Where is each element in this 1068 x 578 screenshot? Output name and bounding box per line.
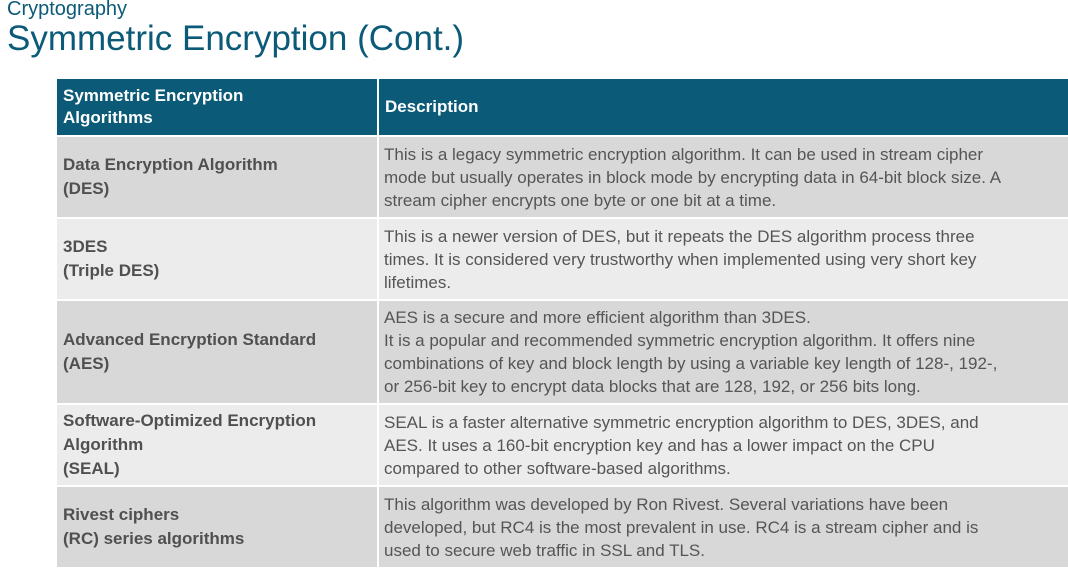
algorithm-name-line: Software-Optimized Encryption	[63, 411, 317, 430]
algorithm-name-cell: Advanced Encryption Standard (AES)	[55, 299, 379, 405]
slide-kicker: Cryptography	[7, 0, 128, 20]
description-line: used to secure web traffic in SSL and TL…	[384, 540, 705, 560]
column-header-algorithms: Symmetric Encryption Algorithms	[55, 77, 379, 137]
description-line: It is a popular and recommended symmetri…	[384, 331, 976, 350]
description-cell: This is a legacy symmetric encryption al…	[377, 135, 1068, 219]
description-line: mode but usually operates in block mode …	[384, 167, 1002, 187]
description-line: or 256-bit key to encrypt data blocks th…	[384, 377, 921, 396]
algorithm-name-line: Algorithm	[63, 435, 144, 454]
table-row: Advanced Encryption Standard (AES) AES i…	[55, 299, 1068, 405]
algorithm-name-line: 3DES	[63, 237, 108, 256]
table-row: 3DES (Triple DES) This is a newer versio…	[55, 217, 1068, 301]
description-cell: AES is a secure and more efficient algor…	[377, 299, 1068, 405]
algorithm-name-line: (SEAL)	[63, 459, 120, 478]
algorithm-name-line: (RC) series algorithms	[63, 529, 245, 548]
column-header-description: Description	[377, 77, 1068, 137]
column-header-algorithms-line: Algorithms	[63, 108, 153, 127]
description-line: combinations of key and block length by …	[384, 354, 998, 373]
column-header-algorithms-line: Symmetric Encryption	[63, 86, 244, 105]
algorithm-name-line: (DES)	[63, 179, 110, 198]
description-line: AES is a secure and more efficient algor…	[384, 308, 811, 327]
algorithm-name-cell: 3DES (Triple DES)	[55, 217, 379, 301]
table-header-row: Symmetric Encryption Algorithms Descript…	[55, 77, 1068, 137]
description-line: AES. It uses a 160-bit encryption key an…	[384, 435, 935, 455]
description-line: This is a newer version of DES, but it r…	[384, 226, 975, 246]
description-line: SEAL is a faster alternative symmetric e…	[384, 412, 979, 432]
symmetric-algorithms-table: Symmetric Encryption Algorithms Descript…	[55, 77, 1068, 569]
algorithm-name-line: (Triple DES)	[63, 261, 160, 280]
algorithm-name-line: Rivest ciphers	[63, 505, 180, 524]
algorithm-name-line: Data Encryption Algorithm	[63, 155, 278, 174]
description-line: developed, but RC4 is the most prevalent…	[384, 517, 979, 537]
algorithm-name-cell: Data Encryption Algorithm (DES)	[55, 135, 379, 219]
description-cell: SEAL is a faster alternative symmetric e…	[377, 403, 1068, 487]
description-line: stream cipher encrypts one byte or one b…	[384, 190, 777, 210]
algorithm-name-line: Advanced Encryption Standard	[63, 330, 317, 349]
description-line: This is a legacy symmetric encryption al…	[384, 144, 984, 164]
algorithm-name-cell: Rivest ciphers (RC) series algorithms	[55, 485, 379, 569]
description-cell: This is a newer version of DES, but it r…	[377, 217, 1068, 301]
algorithm-name-cell: Software-Optimized Encryption Algorithm …	[55, 403, 379, 487]
table-row: Rivest ciphers (RC) series algorithms Th…	[55, 485, 1068, 569]
description-line: lifetimes.	[384, 272, 452, 292]
slide-title: Symmetric Encryption (Cont.)	[7, 19, 465, 58]
table-row: Data Encryption Algorithm (DES) This is …	[55, 135, 1068, 219]
description-line: compared to other software-based algorit…	[384, 458, 731, 478]
description-cell: This algorithm was developed by Ron Rive…	[377, 485, 1068, 569]
algorithm-name-line: (AES)	[63, 354, 110, 373]
description-line: times. It is considered very trustworthy…	[384, 249, 977, 269]
table-row: Software-Optimized Encryption Algorithm …	[55, 403, 1068, 487]
description-line: This algorithm was developed by Ron Rive…	[384, 494, 949, 514]
